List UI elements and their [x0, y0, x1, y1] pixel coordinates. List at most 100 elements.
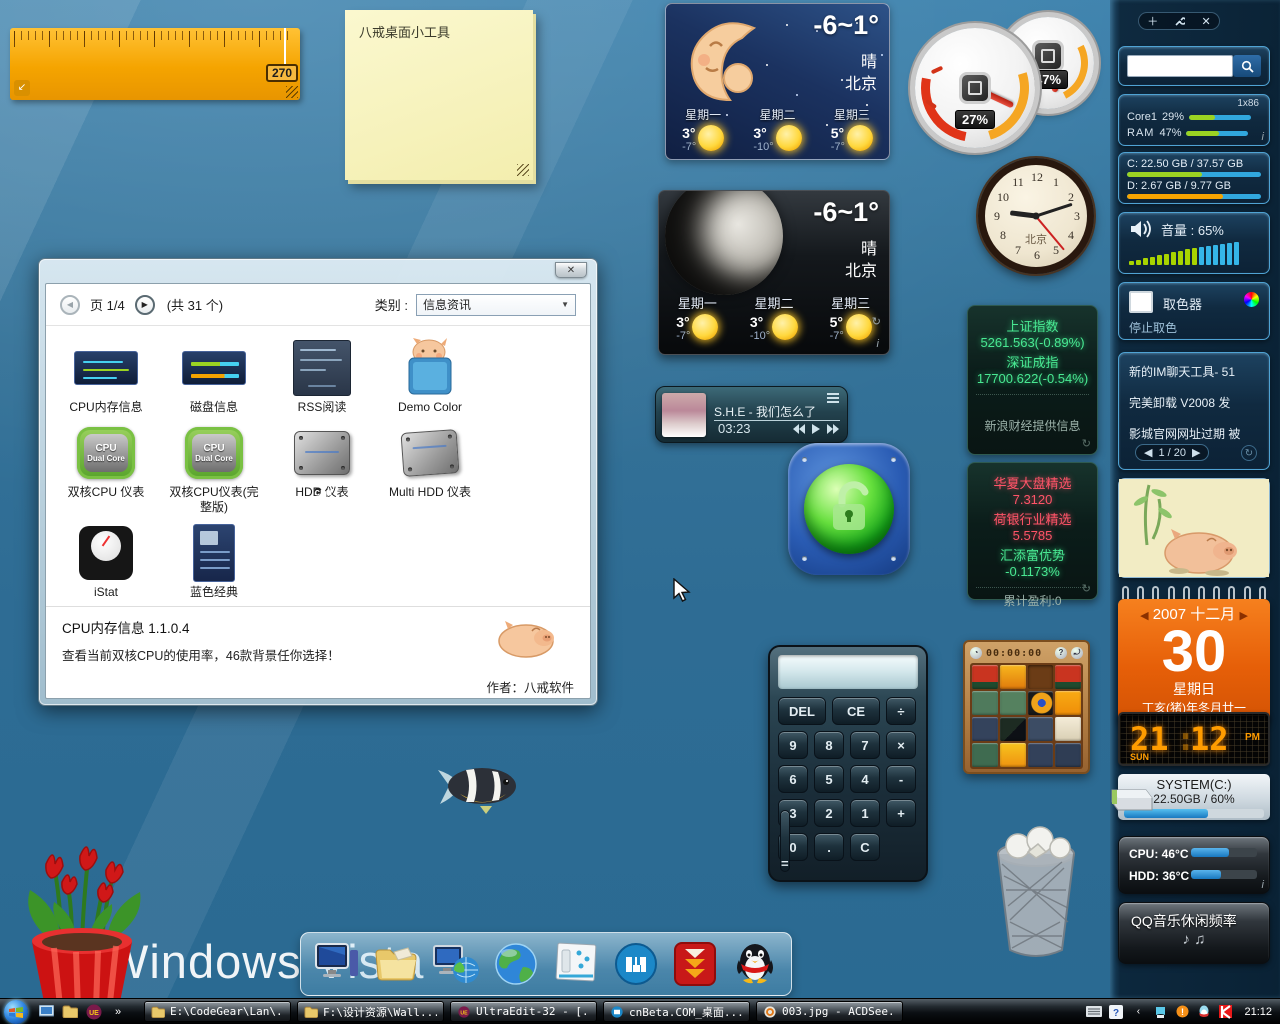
- puzzle-clock-icon[interactable]: ◔: [970, 647, 982, 659]
- gadget-item[interactable]: HDD 仪表: [268, 421, 376, 515]
- puzzle-shuffle-button[interactable]: ⤾: [1071, 647, 1083, 659]
- color-swatch[interactable]: [1129, 291, 1153, 313]
- start-button[interactable]: [4, 1000, 28, 1024]
- dock[interactable]: [300, 932, 792, 996]
- sticky-note-gadget[interactable]: 八戒桌面小工具: [345, 10, 533, 180]
- cpu-gauge-gadget[interactable]: 27%: [915, 28, 1035, 148]
- gadget-item[interactable]: RSS阅读: [268, 336, 376, 415]
- calc-plus-button[interactable]: +: [886, 799, 916, 827]
- dock-computer-icon[interactable]: [312, 939, 362, 989]
- news-item[interactable]: 影城官网网址过期 被: [1119, 425, 1269, 442]
- news-refresh-icon[interactable]: ↻: [1241, 445, 1257, 461]
- close-sidebar-icon[interactable]: ✕: [1201, 15, 1210, 28]
- ruler-marker[interactable]: [284, 28, 286, 68]
- search-input[interactable]: [1127, 55, 1233, 77]
- quicklaunch-show-desktop-icon[interactable]: [37, 1003, 55, 1021]
- playlist-icon[interactable]: [827, 393, 839, 403]
- tray-messenger-icon[interactable]: [1152, 1004, 1168, 1020]
- ruler-resize-handle[interactable]: [286, 86, 298, 98]
- color-picker-gadget[interactable]: 取色器 停止取色: [1118, 282, 1270, 340]
- category-select[interactable]: 信息资讯▼: [416, 294, 576, 316]
- security-lock-gadget[interactable]: [788, 443, 910, 575]
- dock-flashget-icon[interactable]: [670, 939, 720, 989]
- calc-del-button[interactable]: DEL: [778, 697, 826, 725]
- wrench-icon[interactable]: [1175, 16, 1185, 26]
- previous-button[interactable]: [793, 424, 805, 434]
- gadget-item[interactable]: CPU内存信息: [52, 336, 160, 415]
- sticky-note-text[interactable]: 八戒桌面小工具: [345, 10, 533, 53]
- taskbar-task-button[interactable]: 003.jpg - ACDSee...: [756, 1001, 903, 1022]
- dock-settings-panel-icon[interactable]: [551, 939, 601, 989]
- calc-key[interactable]: 5: [814, 765, 844, 793]
- calc-minus-button[interactable]: -: [886, 765, 916, 793]
- analog-clock-gadget[interactable]: 12 1 2 3 4 5 6 7 8 9 10 11 北京: [978, 158, 1094, 274]
- gadget-item[interactable]: CPUDual Core 双核CPU仪表(完整版): [160, 421, 268, 515]
- puzzle-hint-button[interactable]: ?: [1055, 647, 1067, 659]
- digital-clock-gadget[interactable]: 21 : 12 PM SUN: [1118, 712, 1270, 766]
- taskbar-task-button[interactable]: UE UltraEdit-32 - [...: [450, 1001, 597, 1022]
- refresh-icon[interactable]: ↻: [872, 315, 881, 328]
- track-title[interactable]: S.H.E - 我们怎么了: [714, 403, 840, 421]
- refresh-icon[interactable]: ↻: [1082, 437, 1091, 450]
- taskbar-clock[interactable]: 21:12: [1244, 1006, 1272, 1018]
- news-pager[interactable]: ◀ 1 / 20 ▶: [1135, 444, 1209, 461]
- gadget-item[interactable]: Multi HDD 仪表: [376, 421, 484, 515]
- calc-key[interactable]: 9: [778, 731, 808, 759]
- quicklaunch-folder-icon[interactable]: [61, 1003, 79, 1021]
- tray-keyboard-icon[interactable]: [1086, 1004, 1102, 1020]
- dock-maxthon-icon[interactable]: [611, 939, 661, 989]
- dock-folder-icon[interactable]: [372, 939, 422, 989]
- disk-usage-gadget[interactable]: C: 22.50 GB / 37.57 GB D: 2.67 GB / 9.77…: [1118, 152, 1270, 204]
- color-wheel-icon[interactable]: [1244, 292, 1259, 307]
- calc-key[interactable]: 2: [814, 799, 844, 827]
- add-gadget-icon[interactable]: ＋: [1147, 13, 1158, 29]
- taskbar-task-button[interactable]: F:\设计资源\Wall...: [297, 1001, 444, 1022]
- search-button[interactable]: [1233, 55, 1261, 77]
- music-player-gadget[interactable]: S.H.E - 我们怎么了 03:23: [655, 386, 848, 443]
- news-item[interactable]: 完美卸载 V2008 发: [1119, 394, 1269, 411]
- calc-multiply-button[interactable]: ×: [886, 731, 916, 759]
- window-close-button[interactable]: ✕: [555, 262, 587, 278]
- volume-gadget[interactable]: 音量 : 65%: [1118, 212, 1270, 274]
- quicklaunch-overflow-chevron[interactable]: »: [109, 1003, 127, 1021]
- picker-status[interactable]: 停止取色: [1129, 319, 1177, 336]
- recycle-bin-icon[interactable]: [982, 824, 1090, 964]
- pager-prev-icon[interactable]: ◀: [1144, 446, 1152, 459]
- dock-qq-icon[interactable]: [730, 939, 780, 989]
- taskbar-task-button[interactable]: E:\CodeGear\Lan\...: [144, 1001, 291, 1022]
- calc-ce-button[interactable]: CE: [832, 697, 880, 725]
- gadget-gallery-window[interactable]: ✕ ◀ 页 1/4 ▶ (共 31 个) 类别 : 信息资讯▼: [38, 258, 598, 706]
- refresh-icon[interactable]: ↻: [1082, 582, 1091, 595]
- quicklaunch-ultraedit-icon[interactable]: UE: [85, 1003, 103, 1021]
- gadget-item[interactable]: 蓝色经典: [160, 521, 268, 600]
- calc-divide-button[interactable]: ÷: [886, 697, 916, 725]
- info-icon[interactable]: i: [1262, 131, 1264, 143]
- picture-frame-gadget[interactable]: [1118, 478, 1270, 578]
- tray-help-icon[interactable]: ?: [1108, 1004, 1124, 1020]
- calc-key[interactable]: 7: [850, 731, 880, 759]
- ruler-anchor-icon[interactable]: ↙: [14, 80, 30, 96]
- volume-equalizer[interactable]: [1129, 241, 1239, 265]
- weather-gadget-cartoon[interactable]: -6~1° 晴 北京 星期一 3°-7° 星期二 3°-10° 星期三 5°-7…: [665, 3, 890, 160]
- info-icon[interactable]: i: [1262, 879, 1264, 891]
- calendar-next-icon[interactable]: ▶: [1239, 610, 1247, 622]
- gadget-item[interactable]: CPUDual Core 双核CPU 仪表: [52, 421, 160, 515]
- ruler-gadget[interactable]: 270 ↙: [10, 28, 300, 100]
- fund-gadget[interactable]: 华夏大盘精选 7.3120 荷银行业精选 5.5785 汇添富优势 -0.117…: [967, 462, 1098, 600]
- calc-key[interactable]: C: [850, 833, 880, 861]
- temperature-gadget[interactable]: CPU: 46°C HDD: 36°C i: [1118, 836, 1270, 894]
- tray-qq-icon[interactable]: [1196, 1004, 1212, 1020]
- tray-kaspersky-icon[interactable]: [1218, 1004, 1234, 1020]
- calc-key[interactable]: 8: [814, 731, 844, 759]
- calc-key[interactable]: 1: [850, 799, 880, 827]
- play-button[interactable]: [812, 424, 820, 434]
- tray-chevron-icon[interactable]: ‹: [1130, 1004, 1146, 1020]
- note-resize-handle[interactable]: [517, 164, 529, 176]
- picture-puzzle-gadget[interactable]: ◔ 00:00:00 ? ⤾: [963, 640, 1090, 774]
- page-next-button[interactable]: ▶: [135, 295, 155, 315]
- weather-gadget-moon[interactable]: -6~1° 晴 北京 星期一 3°-7° 星期二 3°-10° 星期三 5°-7…: [658, 190, 890, 355]
- next-button[interactable]: [827, 424, 839, 434]
- search-gadget[interactable]: [1118, 46, 1270, 86]
- dock-network-icon[interactable]: [431, 939, 481, 989]
- calc-key[interactable]: 6: [778, 765, 808, 793]
